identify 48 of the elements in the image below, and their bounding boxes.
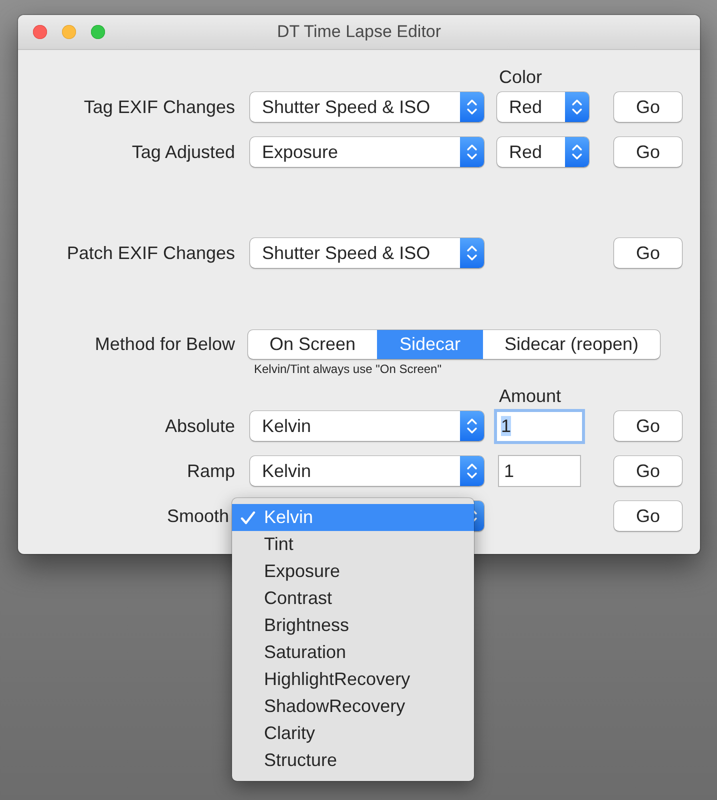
menu-item[interactable]: HighlightRecovery xyxy=(232,666,474,693)
checkmark-icon xyxy=(240,510,256,526)
up-down-chevron-icon xyxy=(460,238,484,268)
field-label: Ramp xyxy=(186,460,235,482)
up-down-chevron-icon xyxy=(460,456,484,486)
go-button[interactable]: Go xyxy=(614,411,682,441)
dropdown[interactable]: Kelvin xyxy=(250,456,484,486)
segment-tab[interactable]: Sidecar (reopen) xyxy=(482,330,660,358)
field-label: Absolute xyxy=(164,415,235,437)
menu-item[interactable]: Saturation xyxy=(232,639,474,666)
window-title: DT Time Lapse Editor xyxy=(276,21,442,44)
go-button[interactable]: Go xyxy=(614,137,682,167)
dropdown[interactable]: Shutter Speed & ISO xyxy=(250,238,484,268)
menu-item[interactable]: Contrast xyxy=(232,585,474,612)
column-header: Color xyxy=(499,66,542,88)
dropdown[interactable]: Shutter Speed & ISO xyxy=(250,92,484,122)
hint-text: Kelvin/Tint always use "On Screen" xyxy=(254,362,442,376)
minimize-icon[interactable] xyxy=(62,25,76,39)
menu-item[interactable]: Clarity xyxy=(232,720,474,747)
color-dropdown[interactable]: Red xyxy=(497,137,589,167)
field-label: Patch EXIF Changes xyxy=(66,242,235,264)
menu-item[interactable]: ShadowRecovery xyxy=(232,693,474,720)
go-button[interactable]: Go xyxy=(614,456,682,486)
up-down-chevron-icon xyxy=(565,92,589,122)
menu-item[interactable]: Tint xyxy=(232,531,474,558)
go-button[interactable]: Go xyxy=(614,238,682,268)
color-dropdown[interactable]: Red xyxy=(497,92,589,122)
column-header: Amount xyxy=(499,385,562,407)
up-down-chevron-icon xyxy=(565,137,589,167)
menu-item[interactable]: Structure xyxy=(232,747,474,774)
field-label: Smooth xyxy=(166,505,229,527)
menu-item[interactable]: Brightness xyxy=(232,612,474,639)
dropdown[interactable]: Exposure xyxy=(250,137,484,167)
up-down-chevron-icon xyxy=(460,411,484,441)
zoom-icon[interactable] xyxy=(91,25,105,39)
amount-field[interactable]: 1 xyxy=(494,408,585,444)
segment-tab[interactable]: On Screen xyxy=(248,330,377,358)
go-button[interactable]: Go xyxy=(614,92,682,122)
amount-field[interactable]: 1 xyxy=(498,455,581,487)
dropdown[interactable]: Kelvin xyxy=(250,411,484,441)
close-icon[interactable] xyxy=(33,25,47,39)
go-button[interactable]: Go xyxy=(614,501,682,531)
menu-item[interactable]: Exposure xyxy=(232,558,474,585)
field-label: Method for Below xyxy=(94,333,235,355)
up-down-chevron-icon xyxy=(460,92,484,122)
up-down-chevron-icon xyxy=(460,137,484,167)
field-label: Tag EXIF Changes xyxy=(82,96,235,118)
field-label: Tag Adjusted xyxy=(130,141,235,163)
